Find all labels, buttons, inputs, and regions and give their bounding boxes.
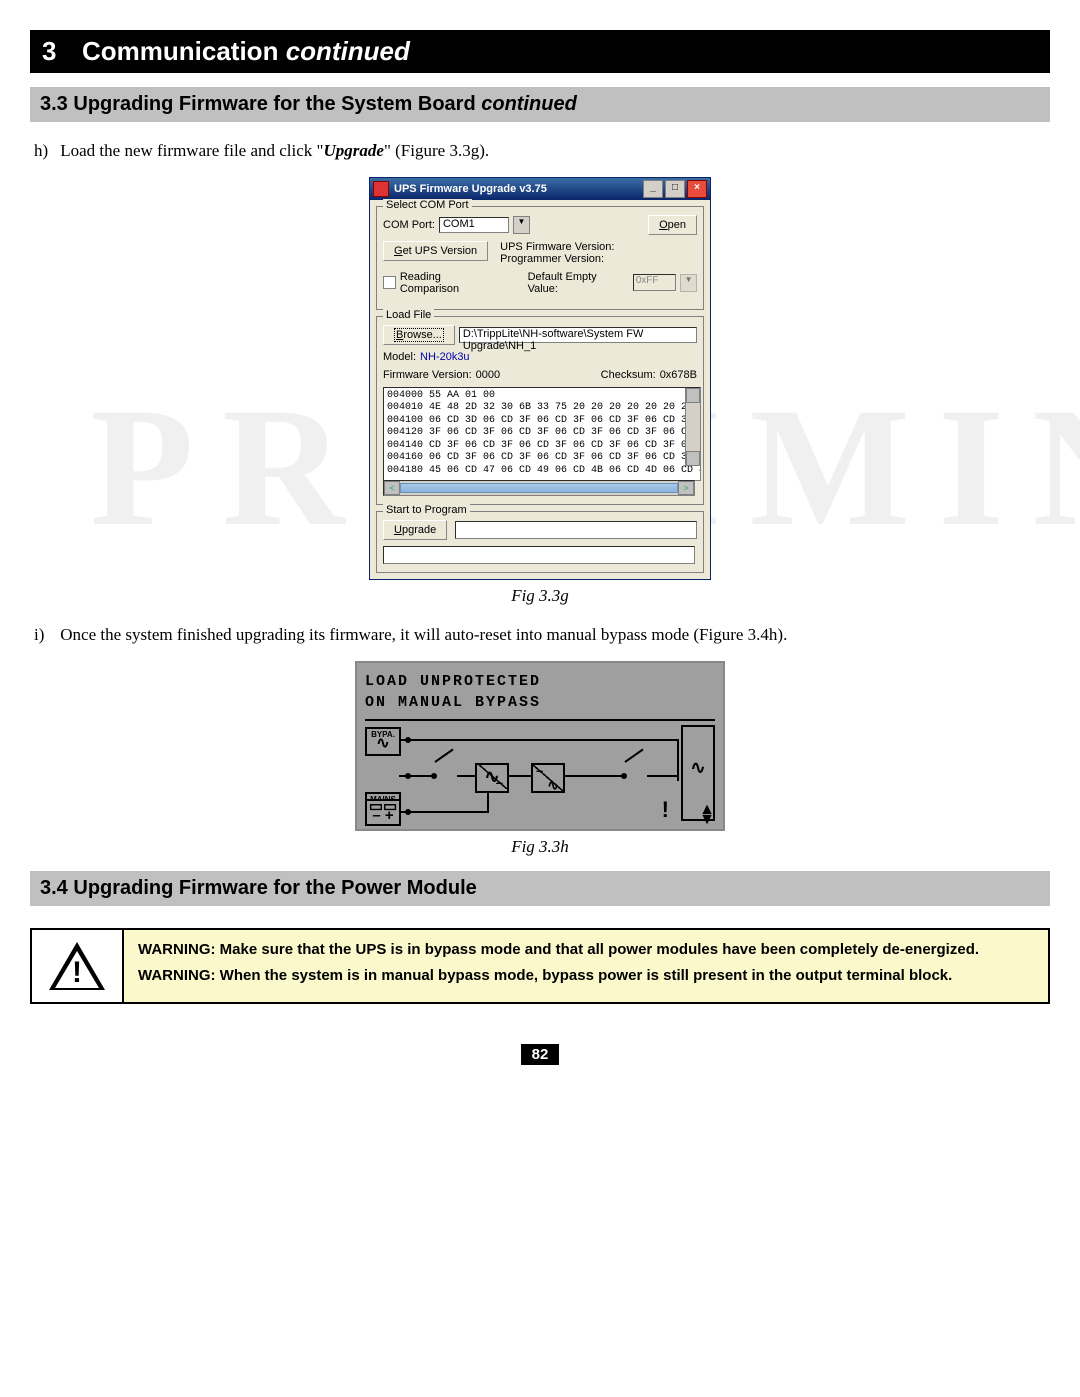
step-i-text: i) Once the system finished upgrading it… bbox=[34, 624, 1046, 647]
dialog-titlebar: UPS Firmware Upgrade v3.75 _ □ × bbox=[370, 178, 710, 200]
dialog-title: UPS Firmware Upgrade v3.75 bbox=[394, 183, 547, 195]
model-label: Model: bbox=[383, 351, 416, 363]
section-3-4-header: 3.4 Upgrading Firmware for the Power Mod… bbox=[30, 871, 1050, 906]
inverter-icon: – ∿ bbox=[531, 763, 565, 793]
fw-version-value: 0000 bbox=[476, 369, 500, 381]
get-ups-version-button[interactable]: Get UPS Version bbox=[383, 241, 488, 261]
chapter-title: Communication continued bbox=[82, 36, 410, 67]
ups-fw-version-label: UPS Firmware Version: bbox=[500, 241, 614, 253]
default-empty-value-label: Default Empty Value: bbox=[528, 271, 629, 295]
programmer-version-label: Programmer Version: bbox=[500, 253, 604, 265]
checksum-value: 0x678B bbox=[660, 369, 697, 381]
open-button[interactable]: Open bbox=[648, 215, 697, 235]
upgrade-progress-bar bbox=[455, 521, 697, 539]
maximize-button[interactable]: □ bbox=[665, 180, 685, 198]
com-port-label: COM Port: bbox=[383, 219, 435, 231]
figure-3-3h-caption: Fig 3.3h bbox=[30, 837, 1050, 857]
step-h-text: h) Load the new firmware file and click … bbox=[34, 140, 1046, 163]
checksum-label: Checksum: bbox=[601, 369, 656, 381]
ups-firmware-dialog: UPS Firmware Upgrade v3.75 _ □ × Select … bbox=[369, 177, 711, 580]
status-line bbox=[383, 546, 695, 564]
hex-horizontal-scrollbar[interactable]: <> bbox=[383, 480, 695, 496]
com-port-select[interactable]: COM1 bbox=[439, 217, 509, 233]
bypass-source-icon: BYPA. bbox=[365, 727, 401, 756]
warning-panel: ! WARNING: Make sure that the UPS is in … bbox=[30, 928, 1050, 1005]
select-com-port-group: Select COM Port COM Port: COM1▼ Open Get… bbox=[376, 206, 704, 310]
file-path-field[interactable]: D:\TrippLite\NH-software\System FW Upgra… bbox=[459, 327, 697, 343]
hex-vertical-scrollbar[interactable] bbox=[685, 388, 700, 466]
close-button[interactable]: × bbox=[687, 180, 707, 198]
chapter-number: 3 bbox=[42, 36, 60, 67]
fw-version-label: Firmware Version: bbox=[383, 369, 472, 381]
figure-3-3g-caption: Fig 3.3g bbox=[30, 586, 1050, 606]
ups-lcd-display: LOAD UNPROTECTED ON MANUAL BYPASS BYPA. … bbox=[355, 661, 725, 831]
start-to-program-group: Start to Program Upgrade bbox=[376, 511, 704, 573]
default-empty-dropdown-icon: ▼ bbox=[680, 274, 697, 292]
warning-exclaim-icon: ! bbox=[662, 797, 671, 823]
warning-icon-cell: ! bbox=[32, 930, 122, 1003]
warning-triangle-icon: ! bbox=[49, 942, 105, 990]
battery-source-icon: ▭▭– + bbox=[365, 799, 401, 826]
lcd-line-2: ON MANUAL BYPASS bbox=[365, 694, 715, 711]
app-icon bbox=[373, 181, 389, 197]
lcd-line-1: LOAD UNPROTECTED bbox=[365, 673, 715, 690]
reading-comparison-label: Reading Comparison bbox=[400, 271, 502, 295]
default-empty-value-field: 0xFF bbox=[633, 274, 676, 291]
com-port-dropdown-icon[interactable]: ▼ bbox=[513, 216, 530, 234]
chapter-header: 3 Communication continued bbox=[30, 30, 1050, 73]
warning-text: WARNING: Make sure that the UPS is in by… bbox=[122, 930, 1048, 1003]
section-3-3-header: 3.3 Upgrading Firmware for the System Bo… bbox=[30, 87, 1050, 122]
page-number: 82 bbox=[521, 1044, 559, 1065]
upgrade-button[interactable]: Upgrade bbox=[383, 520, 447, 540]
up-down-arrows-icon: ▲▼ bbox=[699, 805, 717, 825]
load-file-group: Load File Browse... D:\TrippLite\NH-soft… bbox=[376, 316, 704, 505]
minimize-button[interactable]: _ bbox=[643, 180, 663, 198]
browse-button[interactable]: Browse... bbox=[383, 325, 455, 345]
model-value: NH-20k3u bbox=[420, 351, 470, 363]
lcd-schematic: BYPA. MAINS ▭▭– + bbox=[365, 719, 715, 821]
hex-dump-view[interactable]: 004000 55 AA 01 00 004010 4E 48 2D 32 30… bbox=[383, 387, 701, 481]
rectifier-icon bbox=[475, 763, 509, 793]
reading-comparison-checkbox[interactable] bbox=[383, 276, 396, 289]
